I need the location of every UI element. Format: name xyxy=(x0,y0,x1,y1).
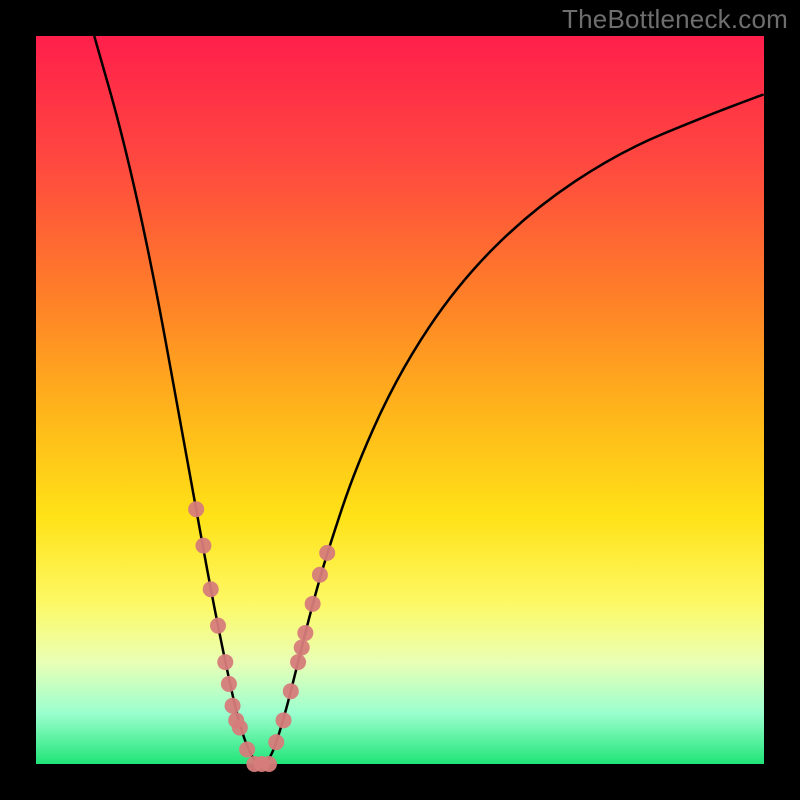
data-marker xyxy=(232,720,248,736)
data-marker xyxy=(276,712,292,728)
data-marker xyxy=(290,654,306,670)
data-marker xyxy=(261,756,277,772)
data-marker xyxy=(239,741,255,757)
plot-area xyxy=(36,36,764,764)
marker-group xyxy=(188,501,335,772)
data-marker xyxy=(188,501,204,517)
data-marker xyxy=(268,734,284,750)
data-marker xyxy=(217,654,233,670)
data-marker xyxy=(297,625,313,641)
data-marker xyxy=(305,596,321,612)
data-marker xyxy=(225,698,241,714)
curve-svg xyxy=(36,36,764,764)
data-marker xyxy=(221,676,237,692)
data-marker xyxy=(195,538,211,554)
data-marker xyxy=(210,618,226,634)
bottleneck-curve xyxy=(94,36,764,764)
data-marker xyxy=(283,683,299,699)
data-marker xyxy=(294,640,310,656)
data-marker xyxy=(312,567,328,583)
data-marker xyxy=(319,545,335,561)
watermark-text: TheBottleneck.com xyxy=(562,4,788,35)
chart-container: TheBottleneck.com xyxy=(0,0,800,800)
data-marker xyxy=(203,581,219,597)
